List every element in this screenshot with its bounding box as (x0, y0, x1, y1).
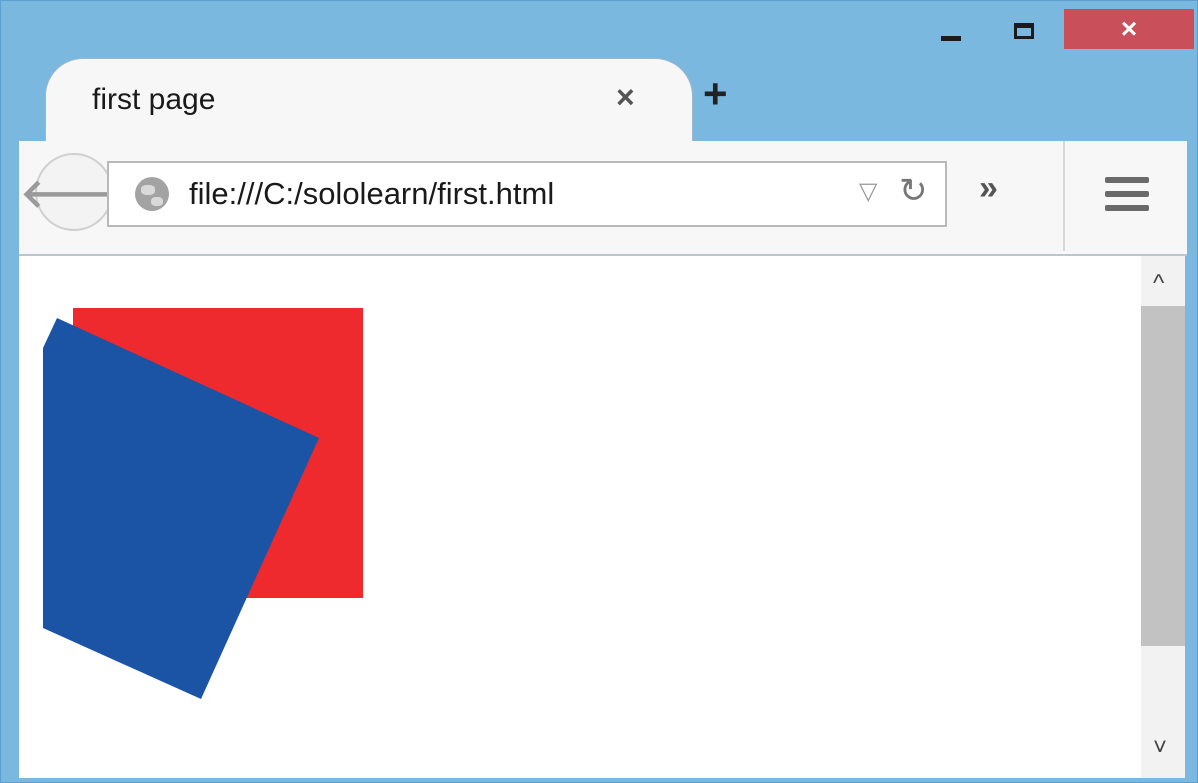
minimize-icon (941, 35, 961, 41)
globe-icon (135, 177, 169, 211)
tab-first-page[interactable]: first page × (45, 58, 693, 154)
page-content: ^ ˅ (19, 256, 1185, 778)
browser-window: × first page × + 🡐 file:///C:/sololearn/… (0, 0, 1198, 783)
history-dropdown-icon[interactable]: ▽ (859, 177, 877, 206)
close-icon: × (1120, 13, 1138, 44)
maximize-icon (1014, 23, 1034, 39)
vertical-scrollbar[interactable]: ^ ˅ (1141, 256, 1185, 778)
overflow-chevron-icon[interactable]: » (979, 169, 998, 208)
scroll-down-icon[interactable]: ˅ (1153, 734, 1167, 762)
scroll-thumb[interactable] (1141, 306, 1185, 646)
new-tab-button[interactable]: + (703, 73, 728, 115)
shapes-canvas (43, 308, 363, 699)
hamburger-menu-icon[interactable] (1105, 177, 1149, 219)
maximize-button[interactable] (999, 13, 1049, 49)
minimize-button[interactable] (929, 13, 973, 49)
close-window-button[interactable]: × (1064, 9, 1194, 49)
toolbar-divider (1063, 141, 1065, 251)
url-text[interactable]: file:///C:/sololearn/first.html (189, 176, 554, 212)
address-bar[interactable]: file:///C:/sololearn/first.html ▽ ↻ (107, 161, 947, 227)
back-button[interactable]: 🡐 (20, 153, 128, 231)
navigation-toolbar: 🡐 file:///C:/sololearn/first.html ▽ ↻ » (19, 141, 1187, 256)
tab-close-icon[interactable]: × (616, 79, 635, 116)
reload-icon[interactable]: ↻ (899, 171, 928, 211)
tab-title: first page (92, 83, 216, 116)
scroll-up-icon[interactable]: ^ (1153, 270, 1164, 298)
